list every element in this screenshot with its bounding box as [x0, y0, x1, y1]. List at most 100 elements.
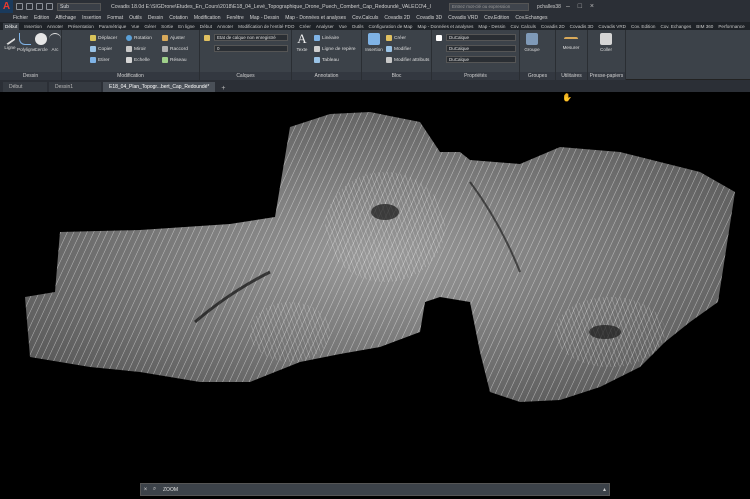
menu-item[interactable]: Fichier	[13, 15, 28, 21]
ribbon-tab[interactable]: Cov. Calculs	[510, 24, 535, 29]
paste-button[interactable]: Coller	[596, 33, 616, 52]
redo-icon[interactable]	[46, 3, 53, 10]
customize-icon[interactable]: ⌕	[150, 486, 159, 493]
ribbon-tab[interactable]: Créer	[299, 24, 311, 29]
ribbon-tab[interactable]: Paramétrique	[99, 24, 127, 29]
menu-item[interactable]: Cov.Edition	[484, 15, 509, 21]
save-icon[interactable]	[26, 3, 33, 10]
menu-item[interactable]: Edition	[34, 15, 49, 21]
command-input[interactable]: ZOOM	[163, 487, 178, 493]
ribbon-tab[interactable]: Vue	[339, 24, 347, 29]
lineweight-select[interactable]: DuCalque	[446, 45, 516, 52]
ribbon-tab[interactable]: Covadis VRD	[598, 24, 626, 29]
ribbon-tab[interactable]: BIM 360	[696, 24, 713, 29]
drawing-canvas[interactable]	[0, 92, 750, 478]
menu-item[interactable]: Cov.Echanges	[515, 15, 547, 21]
ribbon-tab[interactable]: Performance	[718, 24, 744, 29]
ribbon-tab[interactable]: Outils	[352, 24, 364, 29]
group-label: Propriétés	[432, 72, 519, 80]
match-properties-button[interactable]	[436, 34, 444, 42]
menu-item[interactable]: Cotation	[169, 15, 188, 21]
fillet-button[interactable]: Raccord	[162, 45, 188, 53]
ribbon-tab[interactable]: Analyser	[316, 24, 334, 29]
create-block-button[interactable]: Créer	[386, 34, 406, 42]
command-line[interactable]: × ⌕ ZOOM ▴	[140, 483, 610, 496]
ribbon-tab[interactable]: Présentation	[68, 24, 94, 29]
layer-state-select[interactable]: Etat de calque non enregistré	[214, 34, 288, 41]
ribbon-tab[interactable]: Covadis 3D	[570, 24, 594, 29]
add-tab-icon[interactable]: +	[217, 85, 229, 92]
ribbon-tab[interactable]: Covadis 2D	[541, 24, 565, 29]
minimize-icon[interactable]: –	[563, 2, 573, 11]
ribbon-tab[interactable]: Gérer	[144, 24, 156, 29]
ribbon-tab[interactable]: En ligne	[178, 24, 195, 29]
move-icon	[90, 35, 96, 41]
menu-item[interactable]: Map - Données et analyses	[285, 15, 346, 21]
ribbon-tab[interactable]: Modification de l'entité FDO	[238, 24, 294, 29]
maximize-icon[interactable]: □	[575, 2, 585, 11]
leader-button[interactable]: Ligne de repère	[314, 45, 356, 53]
menu-item[interactable]: Format	[107, 15, 123, 21]
ribbon-tab[interactable]: Début	[3, 22, 20, 30]
menu-item[interactable]: Modification	[194, 15, 221, 21]
edit-block-button[interactable]: Modifier	[386, 45, 411, 53]
edit-attributes-button[interactable]: Modifier attributs	[386, 56, 429, 64]
menu-item[interactable]: Outils	[129, 15, 142, 21]
ribbon-tab[interactable]: Configuration de Map	[369, 24, 413, 29]
ribbon-tab[interactable]: Début	[200, 24, 212, 29]
trim-button[interactable]: Ajuster	[162, 34, 185, 42]
menu-item[interactable]: Fenêtre	[227, 15, 244, 21]
linear-dim-button[interactable]: Linéaire	[314, 34, 339, 42]
ribbon-tab[interactable]: Cov. Echanges	[660, 24, 691, 29]
text-button[interactable]: A Texte	[294, 32, 310, 52]
ribbon-tab[interactable]: Annoter	[47, 24, 63, 29]
ribbon-tab[interactable]: Sortie	[161, 24, 173, 29]
doc-tab-drawing1[interactable]: Dessin1	[49, 82, 101, 92]
polyline-icon	[19, 33, 31, 45]
group-button[interactable]: Groupe	[522, 33, 542, 52]
arc-button[interactable]: Arc	[47, 33, 63, 52]
ribbon-tab[interactable]: Vue	[131, 24, 139, 29]
mirror-button[interactable]: Miroir	[126, 45, 146, 53]
menu-item[interactable]: Covadis VRD	[448, 15, 478, 21]
ribbon-tab[interactable]: Cov. Edition	[631, 24, 655, 29]
polyline-button[interactable]: Polyligne	[17, 33, 36, 52]
array-button[interactable]: Réseau	[162, 56, 187, 64]
linetype-select[interactable]: DuCalque	[446, 56, 516, 63]
app-logo-icon[interactable]: A	[0, 0, 13, 13]
table-button[interactable]: Tableau	[314, 56, 339, 64]
search-input[interactable]: Entrez mot-clé ou expression	[449, 2, 529, 11]
ribbon-tab[interactable]: Insertion	[24, 24, 42, 29]
close-icon[interactable]: ×	[141, 487, 150, 493]
user-account[interactable]: pchalles38	[537, 4, 561, 10]
menu-item[interactable]: Map - Dessin	[250, 15, 279, 21]
close-icon[interactable]: ×	[587, 2, 597, 11]
ribbon-tab[interactable]: Annoter	[217, 24, 233, 29]
doc-tab-active-drawing[interactable]: E18_04_Plan_Topogr...bert_Cap_Redoundé*	[103, 82, 216, 92]
layer-properties-button[interactable]	[204, 34, 212, 42]
open-icon[interactable]	[16, 3, 23, 10]
menu-item[interactable]: Covadis 3D	[416, 15, 442, 21]
menu-item[interactable]: Affichage	[55, 15, 76, 21]
ribbon-tab[interactable]: Map - Dessin	[478, 24, 505, 29]
ribbon-tab[interactable]: Map - Données et analyses	[417, 24, 473, 29]
chevron-up-icon[interactable]: ▴	[603, 486, 606, 493]
insert-block-button[interactable]: Insertion	[364, 33, 384, 52]
doc-tab-start[interactable]: Début	[3, 82, 47, 92]
menu-item[interactable]: Covadis 2D	[384, 15, 410, 21]
rotate-button[interactable]: Rotation	[126, 34, 152, 42]
menu-item[interactable]: Insertion	[82, 15, 101, 21]
menu-item[interactable]: Cov.Calculs	[352, 15, 378, 21]
scale-icon	[126, 57, 132, 63]
copy-button[interactable]: Copier	[90, 45, 112, 53]
stretch-button[interactable]: Etirer	[90, 56, 109, 64]
undo-icon[interactable]	[36, 3, 43, 10]
current-layer-select[interactable]: 0	[214, 45, 288, 52]
color-select[interactable]: DuCalque	[446, 34, 516, 41]
line-button[interactable]: Ligne	[2, 33, 18, 50]
measure-button[interactable]: Mesurer	[560, 33, 582, 50]
move-button[interactable]: Déplacer	[90, 34, 117, 42]
workspace-dropdown[interactable]: Sub	[57, 2, 101, 11]
menu-item[interactable]: Dessin	[148, 15, 163, 21]
scale-button[interactable]: Echelle	[126, 56, 150, 64]
